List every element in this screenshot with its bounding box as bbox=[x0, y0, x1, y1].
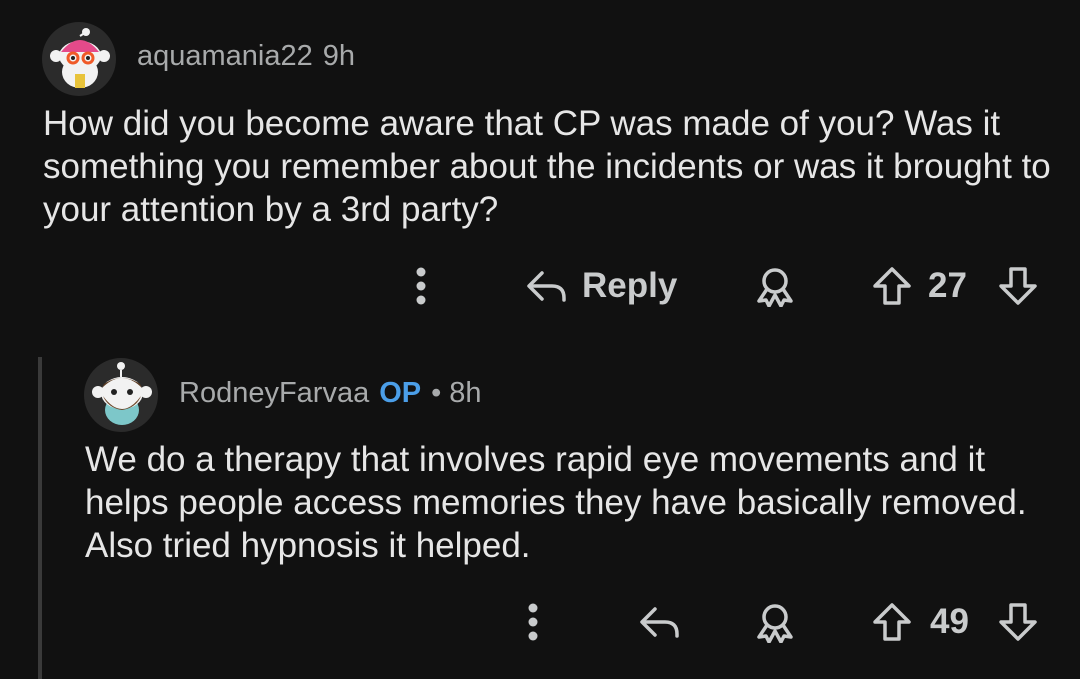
reply-button[interactable] bbox=[638, 598, 682, 646]
vote-count: 49 bbox=[930, 602, 969, 641]
upvote-icon bbox=[873, 267, 911, 305]
author-name[interactable]: RodneyFarvaa bbox=[179, 377, 369, 409]
downvote-icon bbox=[999, 267, 1037, 305]
reply-label: Reply bbox=[582, 266, 678, 305]
upvote-button[interactable] bbox=[870, 598, 914, 646]
comment-body: How did you become aware that CP was mad… bbox=[43, 104, 1051, 229]
upvote-icon bbox=[873, 603, 911, 641]
more-options-button[interactable] bbox=[406, 262, 436, 310]
award-icon bbox=[757, 604, 793, 643]
snoo-avatar-icon bbox=[84, 358, 158, 432]
snoo-avatar-icon bbox=[42, 22, 116, 96]
timestamp: 9h bbox=[322, 40, 356, 72]
award-button[interactable] bbox=[752, 262, 798, 310]
upvote-button[interactable] bbox=[870, 262, 914, 310]
more-vertical-icon bbox=[528, 603, 538, 641]
comment-meta: RodneyFarvaa OP • 8h bbox=[179, 377, 482, 410]
comment-actions: Reply 27 bbox=[0, 256, 1080, 316]
comment-thread: aquamania22 9h How did you become aware t… bbox=[0, 0, 1080, 679]
award-button[interactable] bbox=[752, 598, 798, 646]
user-avatar[interactable] bbox=[84, 358, 158, 432]
more-vertical-icon bbox=[416, 267, 426, 305]
reply-arrow-icon bbox=[640, 607, 679, 638]
reply-button[interactable]: Reply bbox=[526, 262, 677, 310]
vote-count: 27 bbox=[928, 266, 967, 305]
downvote-icon bbox=[999, 603, 1037, 641]
more-options-button[interactable] bbox=[518, 598, 548, 646]
author-name[interactable]: aquamania22 bbox=[137, 40, 313, 72]
comment-body: We do a therapy that involves rapid eye … bbox=[85, 440, 1027, 565]
comment-meta: aquamania22 9h bbox=[137, 40, 355, 73]
downvote-button[interactable] bbox=[996, 262, 1040, 310]
downvote-button[interactable] bbox=[996, 598, 1040, 646]
meta-separator: • bbox=[431, 377, 442, 409]
comment-actions: 49 bbox=[0, 592, 1080, 652]
user-avatar[interactable] bbox=[42, 22, 116, 96]
timestamp: 8h bbox=[449, 377, 482, 409]
award-icon bbox=[757, 268, 793, 307]
op-badge: OP bbox=[379, 377, 422, 409]
reply-arrow-icon bbox=[527, 271, 566, 302]
